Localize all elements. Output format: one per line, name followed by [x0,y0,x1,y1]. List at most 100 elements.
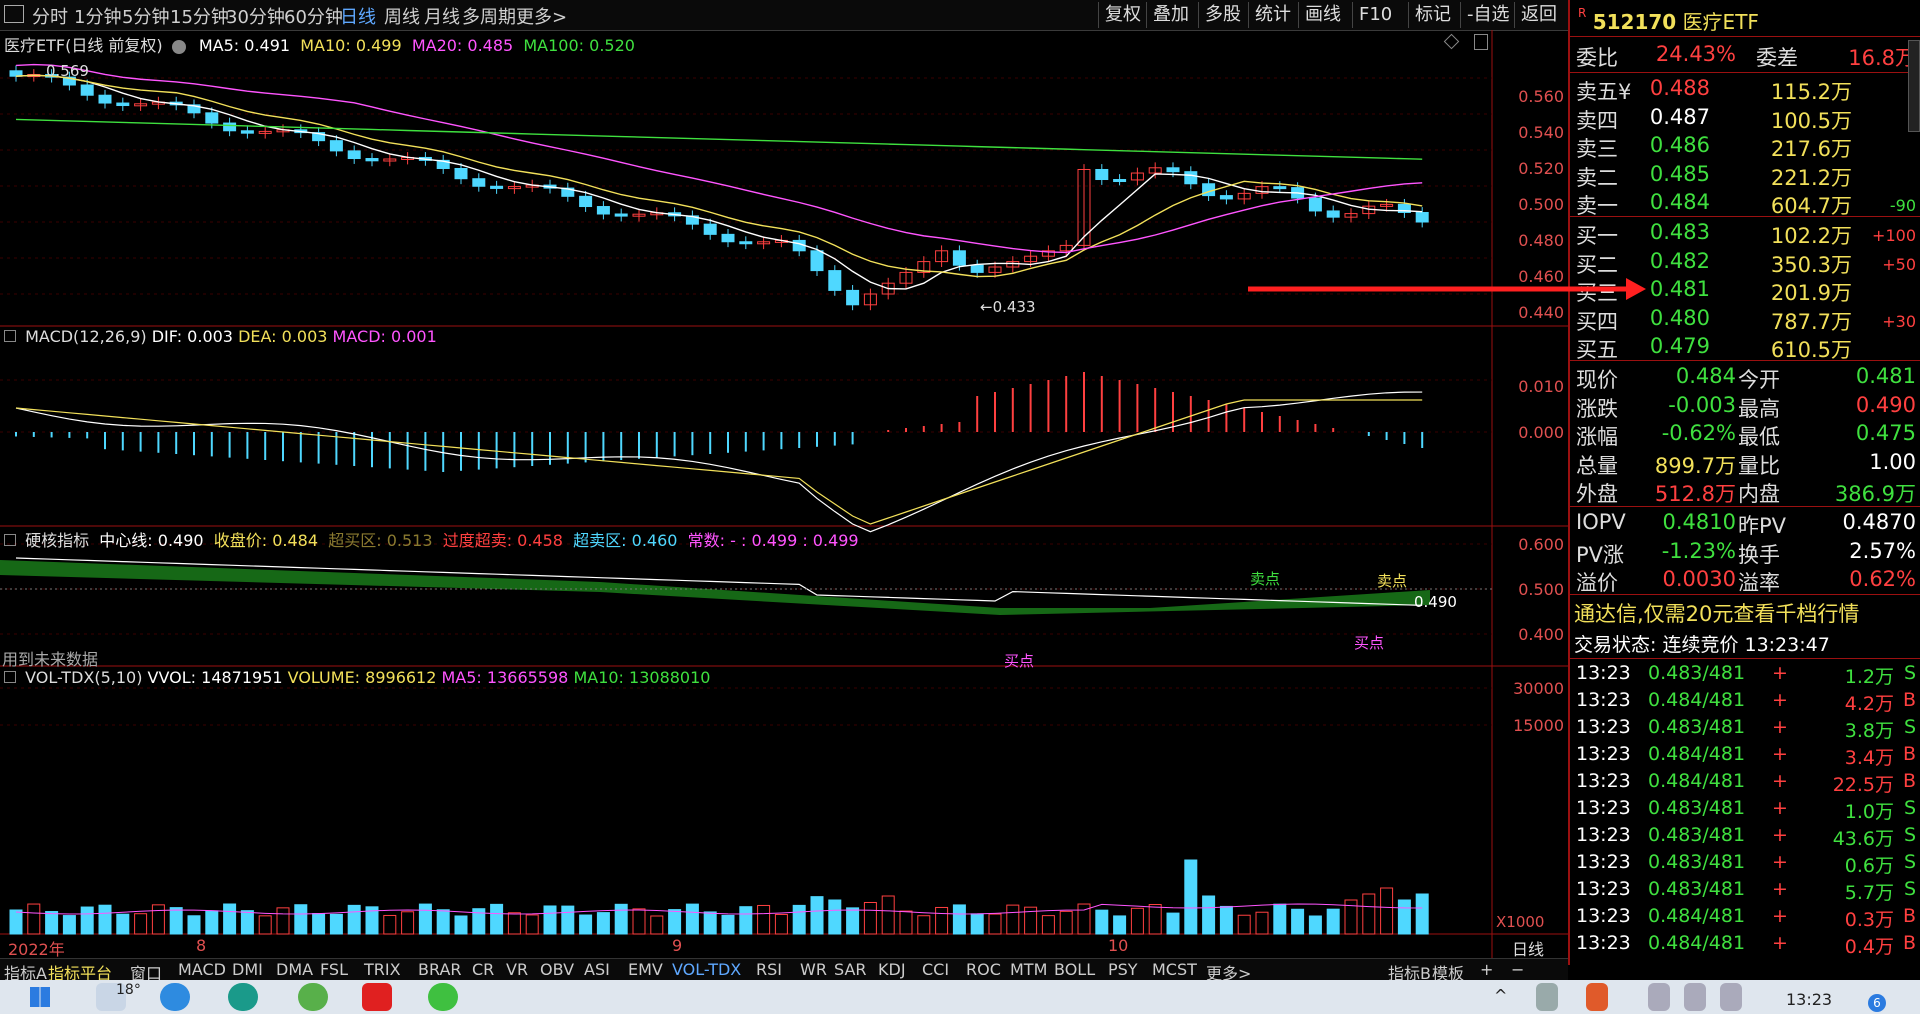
indicator-tab[interactable]: CCI [922,960,949,979]
weibi-label: 委比 [1576,46,1618,70]
hardcore-title[interactable]: 硬核指标 [25,531,89,550]
toolbar-button[interactable]: 标记 [1408,2,1457,28]
period-tab[interactable]: 5分钟 [122,3,169,29]
ask-label: 卖五¥ [1576,80,1632,104]
x-axis-period[interactable]: 日线 [1512,936,1544,960]
bid-row[interactable]: 买五 0.479 610.5万 [1576,334,1916,362]
panel-toggle-icon[interactable] [1474,34,1488,50]
main-chart-title[interactable]: 医疗ETF(日线 前复权) [4,36,163,55]
candle-body [1273,186,1287,190]
toolbar-button[interactable]: -自选 [1460,2,1516,28]
ask-row[interactable]: 卖二 0.485 221.2万 [1576,162,1916,190]
period-tab[interactable]: 多周期 [462,3,516,29]
period-tab[interactable]: 30分钟 [226,3,285,29]
tdx-icon[interactable] [362,983,392,1011]
menu-icon[interactable] [4,5,24,23]
toolbar-button[interactable]: 多股 [1198,2,1247,28]
indicator-tab[interactable]: FSL [320,960,348,979]
notification-badge[interactable]: 6 [1868,994,1886,1012]
ask-row[interactable]: 卖一 0.484 604.7万 -90 [1576,190,1916,218]
indicator-tab[interactable]: MCST [1152,960,1197,979]
indicator-tab[interactable]: RSI [756,960,782,979]
period-tab[interactable]: 60分钟 [284,3,343,29]
volume-bar [1113,915,1127,935]
browser-icon[interactable] [228,983,258,1011]
overbought-value: 超买区: 0.513 [328,531,433,550]
indicator-tab[interactable]: VR [506,960,528,979]
volume-title[interactable]: VOL-TDX(5,10) [25,668,142,687]
indicator-tab[interactable]: + [1480,960,1493,979]
toolbar-button[interactable]: 叠加 [1146,2,1195,28]
tick-price: 0.483/481 [1648,851,1746,873]
indicator-tab[interactable]: DMI [232,960,263,979]
indicator-tab[interactable]: PSY [1108,960,1138,979]
period-tab[interactable]: 月线 [424,3,460,29]
chart-area: 医疗ETF(日线 前复权) MA5: 0.491 MA10: 0.499 MA2… [0,30,1568,960]
indicator-tab[interactable]: VOL-TDX [672,960,741,979]
center-line-value: 中心线: 0.490 [99,531,204,550]
period-tab[interactable]: 更多> [516,3,567,29]
bid-row[interactable]: 买四 0.480 787.7万 +30 [1576,306,1916,334]
toolbar-button[interactable]: F10 [1352,2,1398,28]
input-method-icon[interactable] [1586,983,1608,1011]
pane-icon[interactable] [4,671,16,683]
indicator-tab[interactable]: SAR [834,960,867,979]
indicator-tab[interactable]: BOLL [1054,960,1095,979]
candle-body [98,94,112,104]
ask-row[interactable]: 卖三 0.486 217.6万 [1576,133,1916,161]
macd-title[interactable]: MACD(12,26,9) [25,327,147,346]
toolbar-button[interactable]: 返回 [1514,2,1563,28]
battery-icon[interactable] [1720,983,1742,1011]
period-tab[interactable]: 15分钟 [170,3,229,29]
tick-row: 13:23 0.483/481 +3.8万 S [1576,716,1916,744]
volume-icon[interactable] [1684,983,1706,1011]
indicator-tab[interactable]: EMV [628,960,663,979]
period-tab[interactable]: 日线 [340,3,376,29]
bid-row[interactable]: 买二 0.482 350.3万 +50 [1576,249,1916,277]
toolbar-button[interactable]: 统计 [1248,2,1297,28]
clock[interactable]: 13:23 [1786,990,1832,1009]
app-icon[interactable] [298,983,328,1011]
ma10-line [15,74,1423,278]
pane-icon[interactable] [4,534,16,546]
period-tab[interactable]: 分时 [32,3,68,29]
wechat-icon[interactable] [428,983,458,1011]
stat-value: 512.8万 [1654,482,1736,506]
indicator-tab[interactable]: MACD [178,960,226,979]
bid-label: 买四 [1576,309,1618,334]
ask-row[interactable]: 卖四 0.487 100.5万 [1576,105,1916,133]
tick-price: 0.483/481 [1648,824,1746,846]
indicator-tab[interactable]: BRAR [418,960,462,979]
indicator-tab[interactable]: KDJ [878,960,906,979]
indicator-tab[interactable]: CR [472,960,494,979]
indicator-tab[interactable]: ROC [966,960,1001,979]
bid-volume: 102.2万 [1770,224,1852,248]
indicator-tab[interactable]: DMA [276,960,313,979]
indicator-tab[interactable]: WR [800,960,827,979]
scrollbar[interactable] [1908,40,1920,132]
indicator-tab[interactable]: ASI [584,960,610,979]
period-tab[interactable]: 周线 [384,3,420,29]
indicator-tab[interactable]: OBV [540,960,574,979]
bid-row[interactable]: 买一 0.483 102.2万 +100 [1576,220,1916,248]
etf-value: -1.23% [1661,538,1736,563]
toolbar-button[interactable]: 复权 [1098,2,1147,28]
tray-icon[interactable] [1536,983,1558,1011]
chevron-up-icon[interactable]: ^ [1494,986,1507,1005]
bid-price: 0.482 [1649,248,1710,273]
wifi-icon[interactable] [1648,983,1670,1011]
promo-link[interactable]: 通达信,仅需20元查看千档行情 [1574,598,1859,628]
period-tab[interactable]: 1分钟 [74,3,121,29]
indicator-tab[interactable]: MTM [1010,960,1047,979]
dropdown-icon[interactable] [171,39,186,54]
toolbar-button[interactable]: 画线 [1298,2,1347,28]
start-icon[interactable] [30,987,50,1007]
volume-bar [80,906,94,935]
ask-row[interactable]: 卖五¥ 0.488 115.2万 [1576,76,1916,104]
tick-price: 0.483/481 [1648,878,1746,900]
indicator-tab[interactable]: − [1511,960,1524,979]
edge-icon[interactable] [160,983,190,1011]
indicator-tab[interactable]: TRIX [364,960,401,979]
volume-bar [1166,912,1180,935]
pane-icon[interactable] [4,330,16,342]
